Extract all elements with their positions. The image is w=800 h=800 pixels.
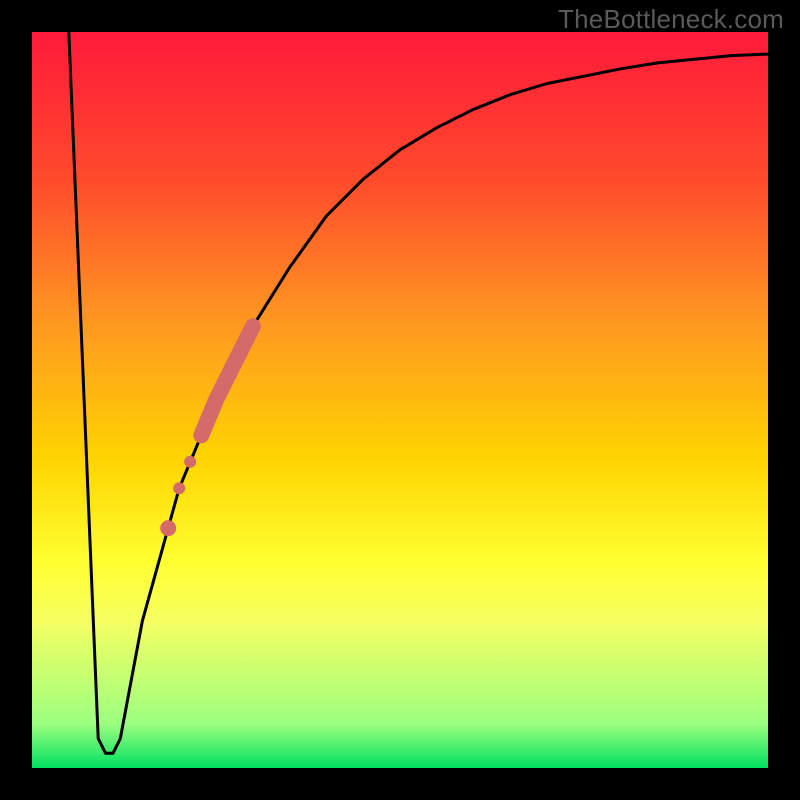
highlight-dot [160,520,176,536]
highlight-dot [184,456,196,468]
bottleneck-chart [0,0,800,800]
chart-container: TheBottleneck.com [0,0,800,800]
highlight-dot [173,482,185,494]
watermark-text: TheBottleneck.com [558,4,784,35]
plot-area [32,32,768,768]
